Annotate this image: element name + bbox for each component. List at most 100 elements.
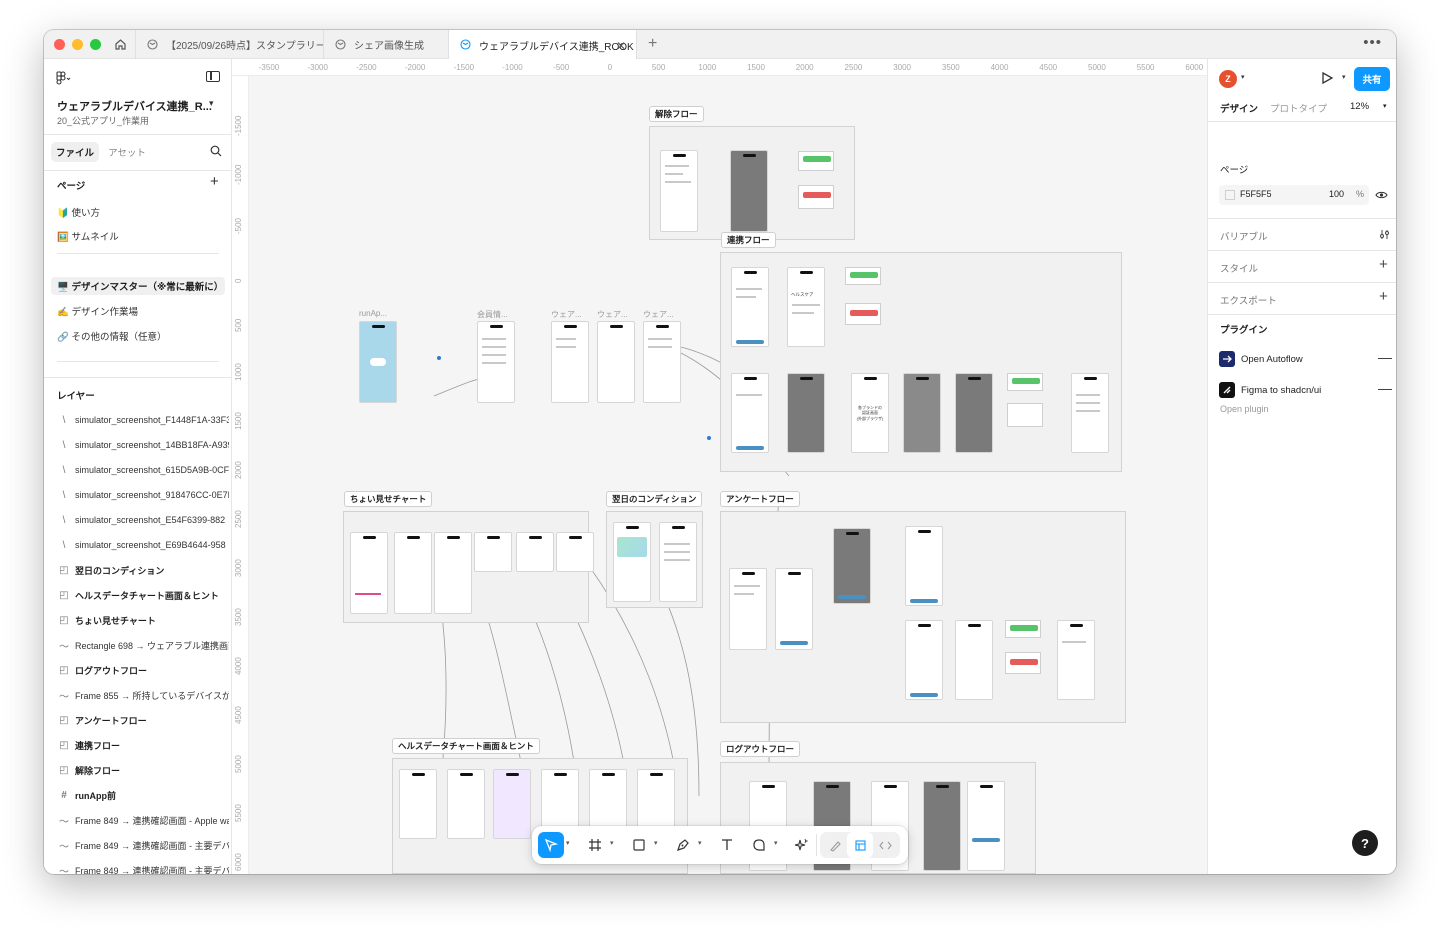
screen-frame[interactable] xyxy=(613,522,651,602)
screen-frame[interactable] xyxy=(731,267,769,347)
section-label-health-chart[interactable]: ヘルスデータチャート画面＆ヒント xyxy=(392,738,540,754)
page-item-usage[interactable]: 🔰 使い方 xyxy=(51,203,225,221)
chevron-down-icon[interactable]: ▾ xyxy=(610,839,614,847)
screen-frame[interactable] xyxy=(394,532,432,614)
screen-frame[interactable] xyxy=(903,373,941,453)
add-export-button[interactable]: + xyxy=(1379,288,1388,305)
pen-tool[interactable] xyxy=(670,832,696,858)
layer-item[interactable]: ◰ ログアウトフロー xyxy=(57,661,229,679)
page-item-design-master[interactable]: 🖥️ デザインマスター（※常に最新に） xyxy=(51,277,225,295)
search-icon[interactable] xyxy=(210,145,222,157)
minimize-window-button[interactable] xyxy=(72,39,83,50)
layer-item[interactable]: 〜 Frame 855 → 所持しているデバイスが xyxy=(57,686,229,704)
screen-frame[interactable] xyxy=(967,781,1005,871)
sidebar-toggle-icon[interactable] xyxy=(206,71,220,82)
layer-item[interactable]: ◰ ヘルスデータチャート画面＆ヒント xyxy=(57,586,229,604)
screen-frame[interactable] xyxy=(787,373,825,453)
screen-frame[interactable] xyxy=(730,150,768,232)
modal-frame[interactable] xyxy=(845,267,881,285)
screen-frame[interactable] xyxy=(905,526,943,606)
modal-frame[interactable] xyxy=(1007,403,1043,427)
more-options-icon[interactable]: ••• xyxy=(1363,34,1382,51)
modal-frame[interactable] xyxy=(845,303,881,325)
adjust-icon[interactable] xyxy=(1379,229,1390,240)
layer-item[interactable]: \ simulator_screenshot_14BB18FA-A939 xyxy=(57,436,229,454)
tab-stamp-rally[interactable]: 【2025/09/26時点】スタンプラリーイ xyxy=(136,30,324,59)
remove-plugin-button[interactable]: — xyxy=(1378,380,1392,396)
file-title[interactable]: ウェアラブルデバイス連携_R... xyxy=(57,98,212,114)
screen-frame[interactable] xyxy=(955,373,993,453)
present-play-icon[interactable] xyxy=(1320,71,1334,85)
tab-design[interactable]: デザイン xyxy=(1220,101,1258,115)
screen-frame[interactable] xyxy=(1071,373,1109,453)
screen-frame[interactable] xyxy=(833,528,871,604)
section-label-renkei-flow[interactable]: 連携フロー xyxy=(721,232,776,248)
screen-frame[interactable] xyxy=(556,532,594,572)
ai-actions-tool[interactable] xyxy=(788,832,814,858)
move-tool[interactable] xyxy=(538,832,564,858)
frame-tool[interactable] xyxy=(582,832,608,858)
tab-prototype[interactable]: プロトタイプ xyxy=(1270,101,1327,115)
screen-frame[interactable] xyxy=(350,532,388,614)
layer-item[interactable]: 〜 Frame 849 → 連携確認画面 - 主要デバ xyxy=(57,836,229,854)
main-menu-button[interactable] xyxy=(56,71,72,88)
screen-frame[interactable] xyxy=(1057,620,1095,700)
hex-value[interactable]: F5F5F5 xyxy=(1240,189,1272,199)
section-label-kaijo-flow[interactable]: 解除フロー xyxy=(649,106,704,122)
plugin-open-autoflow[interactable]: Open Autoflow xyxy=(1219,351,1303,367)
section-choimise-chart[interactable] xyxy=(343,511,594,623)
screen-wearable[interactable] xyxy=(643,321,681,403)
add-style-button[interactable]: + xyxy=(1379,256,1388,273)
screen-frame[interactable]: ヘルスケア xyxy=(787,267,825,347)
section-kaijo-flow[interactable] xyxy=(649,126,855,240)
screen-runapp[interactable] xyxy=(359,321,397,403)
screen-wearable[interactable] xyxy=(551,321,589,403)
chevron-down-icon[interactable]: ▾ xyxy=(1241,73,1245,81)
tab-wearable-rook[interactable]: ウェアラブルデバイス連携_ROOK ✕ xyxy=(449,30,637,60)
section-next-day[interactable] xyxy=(606,511,703,608)
layer-item[interactable]: ◰ アンケートフロー xyxy=(57,711,229,729)
avatar[interactable]: Z xyxy=(1219,70,1237,88)
screen-member-info[interactable] xyxy=(477,321,515,403)
screen-frame[interactable] xyxy=(955,620,993,700)
tab-files[interactable]: ファイル xyxy=(51,142,99,162)
modal-frame[interactable] xyxy=(1005,620,1041,638)
eye-icon[interactable] xyxy=(1375,190,1388,200)
close-window-button[interactable] xyxy=(54,39,65,50)
add-page-button[interactable]: + xyxy=(210,173,219,190)
screen-frame[interactable] xyxy=(775,568,813,650)
tab-share-image[interactable]: シェア画像生成 xyxy=(324,30,449,59)
shape-tool[interactable] xyxy=(626,832,652,858)
zoom-level[interactable]: 12% xyxy=(1350,101,1369,112)
layer-item[interactable]: ◰ 翌日のコンディション xyxy=(57,561,229,579)
open-plugin-link[interactable]: Open plugin xyxy=(1220,404,1269,414)
screen-frame[interactable] xyxy=(434,532,472,614)
page-background-field[interactable]: F5F5F5 100 % xyxy=(1219,185,1369,205)
section-label-logout-flow[interactable]: ログアウトフロー xyxy=(720,741,801,757)
layer-item[interactable]: \ simulator_screenshot_F1448F1A-33F3 xyxy=(57,411,229,429)
chevron-down-icon[interactable]: ▾ xyxy=(1342,73,1346,81)
color-swatch[interactable] xyxy=(1225,190,1235,200)
chevron-down-icon[interactable]: ▾ xyxy=(1383,102,1387,110)
screen-frame[interactable] xyxy=(923,781,961,871)
layer-item[interactable]: 〜 Frame 849 → 連携確認画面 - 主要デバ xyxy=(57,861,229,875)
screen-frame[interactable] xyxy=(474,532,512,572)
layer-item[interactable]: 〜 Rectangle 698 → ウェアラブル連携画面 xyxy=(57,636,229,654)
screen-frame[interactable] xyxy=(660,150,698,232)
opacity-value[interactable]: 100 xyxy=(1329,189,1344,199)
layer-item[interactable]: \ simulator_screenshot_E54F6399-882 xyxy=(57,511,229,529)
layer-item[interactable]: \ simulator_screenshot_918476CC-0E7F xyxy=(57,486,229,504)
new-tab-button[interactable]: + xyxy=(648,35,657,53)
close-icon[interactable]: ✕ xyxy=(616,39,626,53)
layer-item[interactable]: 〜 Frame 849 → 連携確認画面 - Apple watc xyxy=(57,811,229,829)
screen-frame[interactable] xyxy=(493,769,531,839)
zoom-window-button[interactable] xyxy=(90,39,101,50)
modal-frame[interactable] xyxy=(1005,652,1041,674)
help-button[interactable]: ? xyxy=(1352,830,1378,856)
layer-item[interactable]: \ simulator_screenshot_615D5A9B-0CF xyxy=(57,461,229,479)
screen-frame[interactable] xyxy=(516,532,554,572)
chevron-down-icon[interactable]: ▾ xyxy=(566,839,570,847)
section-label-next-day[interactable]: 翌日のコンディション xyxy=(606,491,703,507)
share-button[interactable]: 共有 xyxy=(1354,67,1390,91)
modal-frame[interactable] xyxy=(798,185,834,209)
